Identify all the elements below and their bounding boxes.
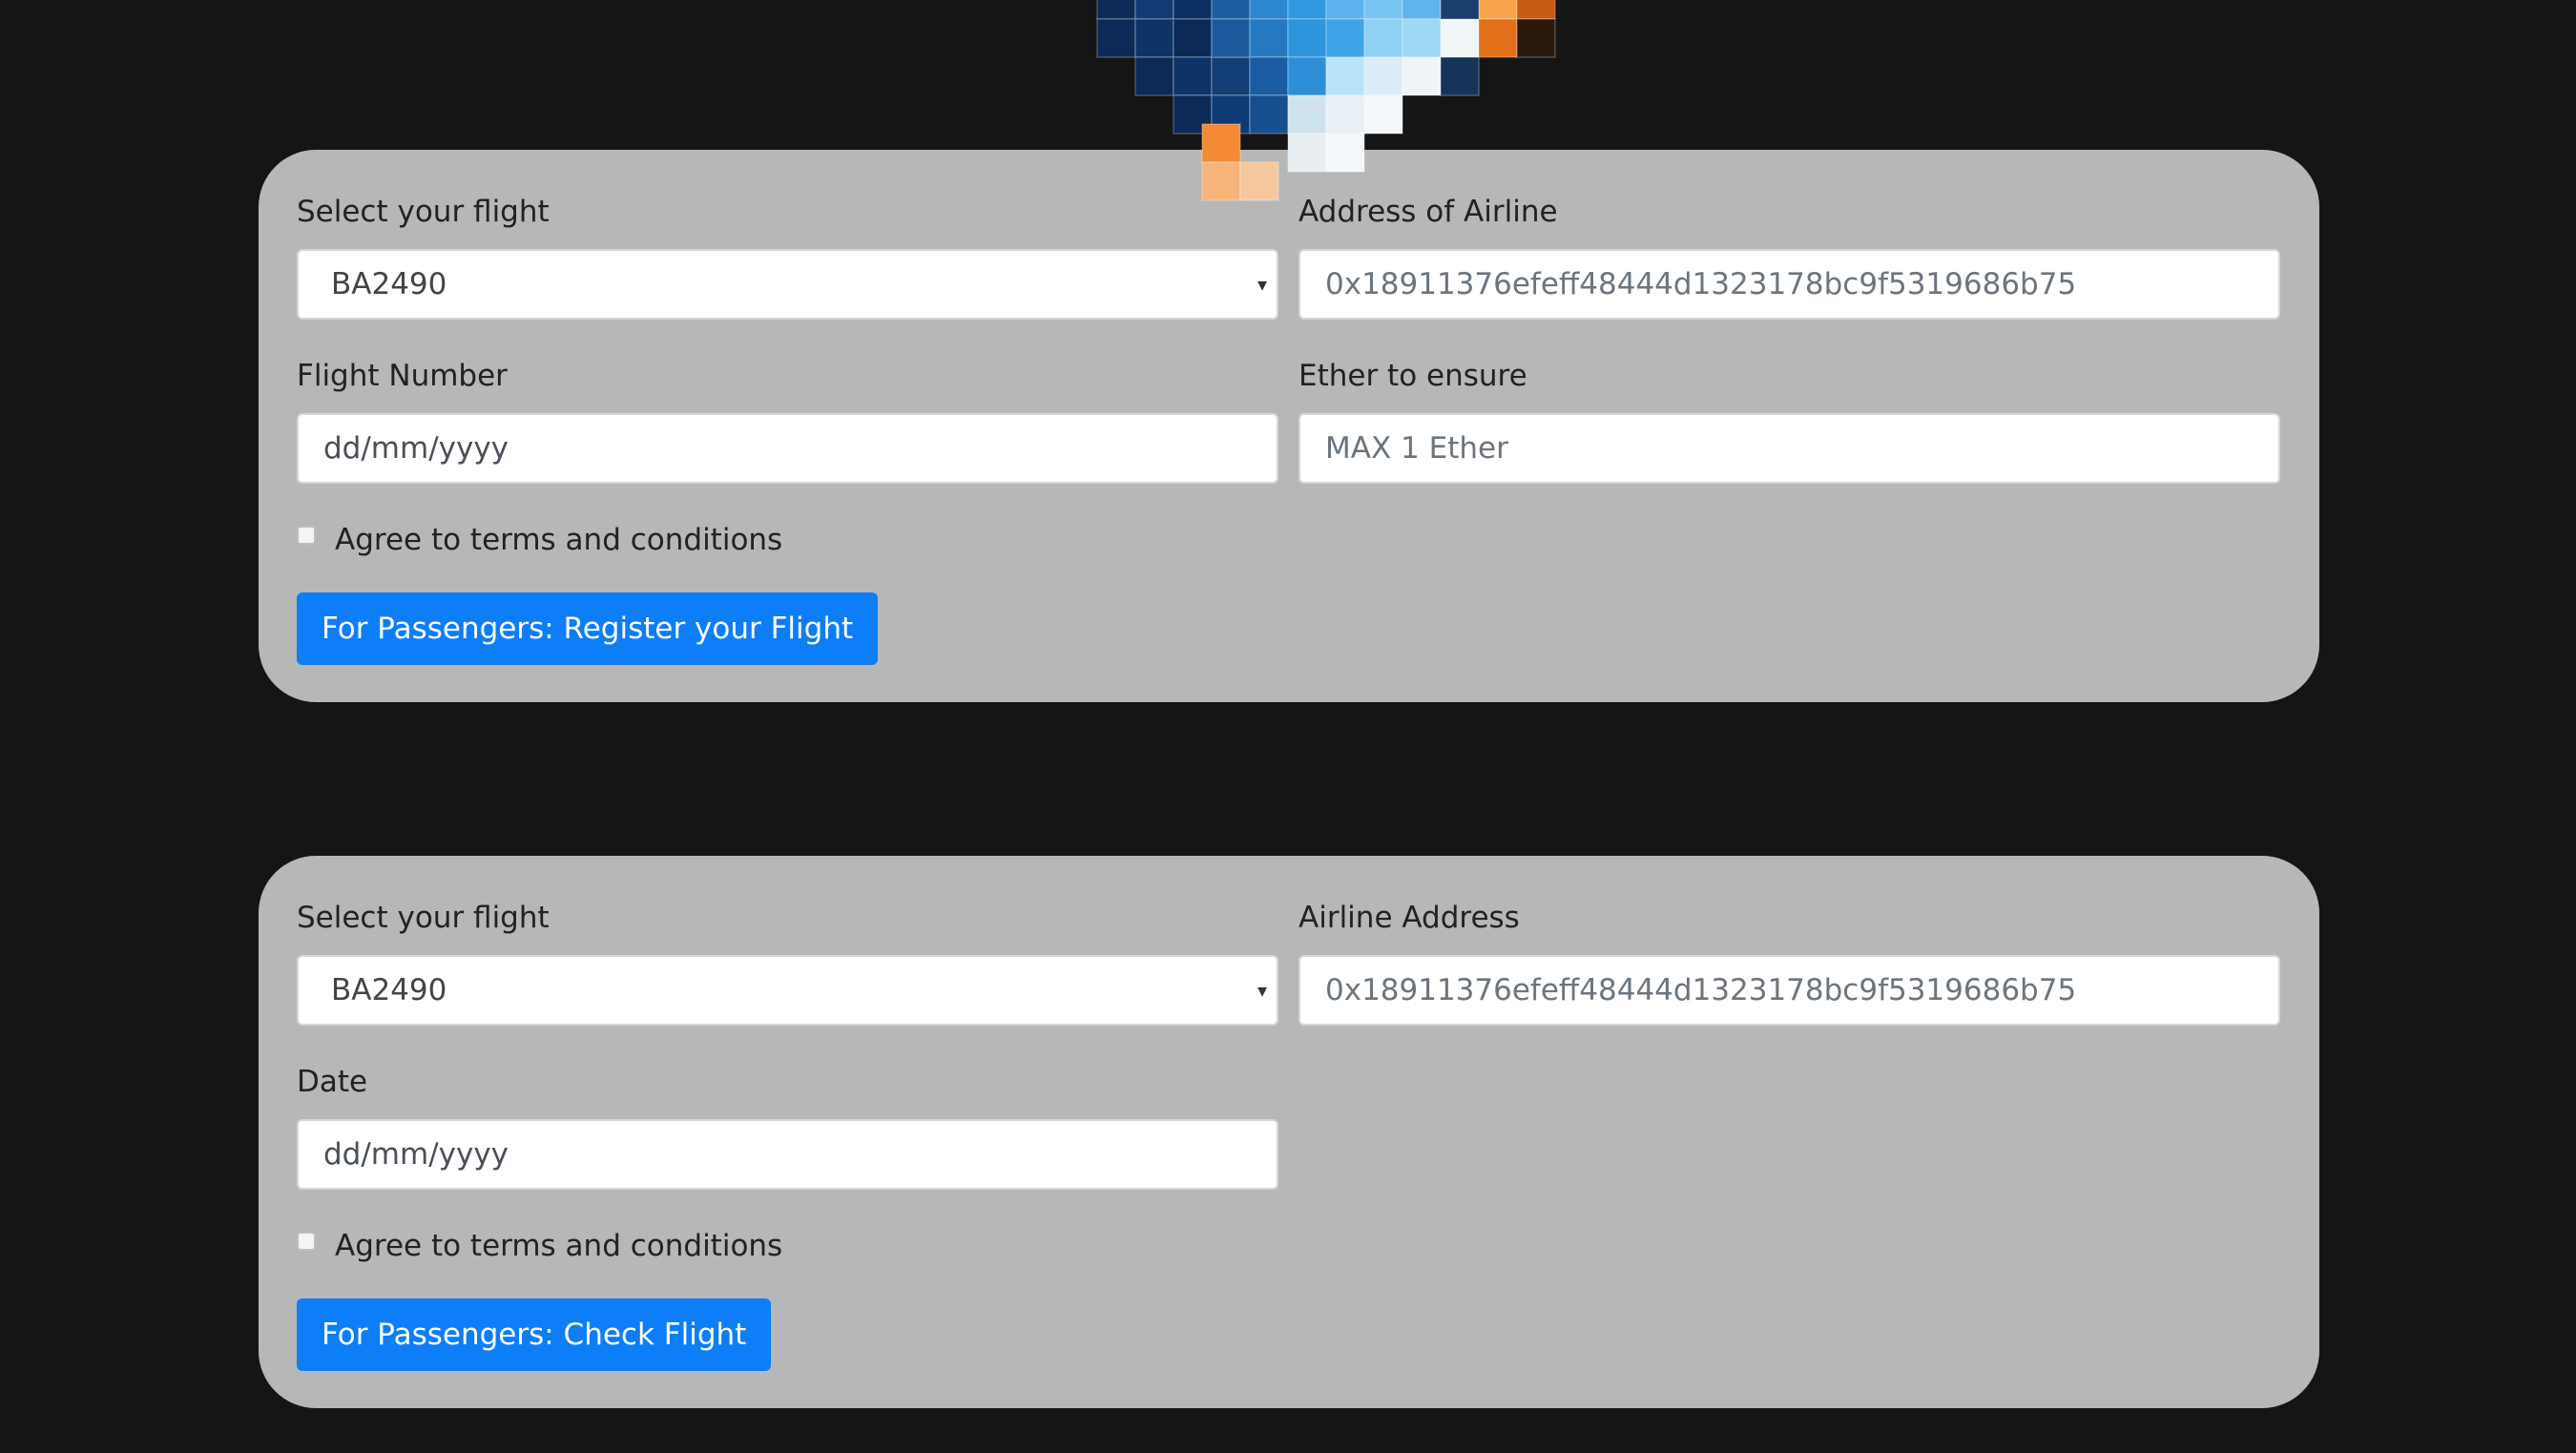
voxel-block [1211, 18, 1251, 58]
voxel-block [1173, 18, 1213, 58]
ether-amount-label: Ether to ensure [1298, 359, 1527, 393]
voxel-block [1440, 0, 1480, 20]
terms-label: Agree to terms and conditions [335, 523, 783, 557]
flight-number-input[interactable]: dd/mm/yyyy [297, 413, 1278, 484]
voxel-block [1287, 56, 1327, 96]
voxel-block [1440, 18, 1480, 58]
voxel-block [1249, 0, 1289, 20]
voxel-block [1249, 18, 1289, 58]
voxel-block [1516, 0, 1556, 20]
voxel-block [1211, 56, 1251, 96]
airline-address-input[interactable]: 0x18911376efeff48444d1323178bc9f5319686b… [1298, 249, 2280, 320]
airline-address-label: Airline Address [1298, 901, 1520, 935]
voxel-block [1173, 56, 1213, 96]
voxel-block [1325, 56, 1365, 96]
voxel-block [1478, 18, 1518, 58]
flight-number-label: Flight Number [297, 359, 508, 393]
voxel-block [1096, 18, 1136, 58]
voxel-block [1402, 56, 1442, 96]
flight-select[interactable]: BA2490 ▾ [297, 955, 1278, 1026]
voxel-block [1249, 56, 1289, 96]
select-flight-label: Select your flight [297, 195, 550, 229]
ether-amount-input[interactable]: MAX 1 Ether [1298, 413, 2280, 484]
chevron-down-icon: ▾ [1257, 273, 1267, 296]
selected-flight-value: BA2490 [331, 267, 447, 301]
register-flight-card: Select your flight BA2490 ▾ Address of A… [259, 150, 2319, 702]
voxel-block [1287, 94, 1327, 135]
select-flight-label: Select your flight [297, 901, 550, 935]
check-flight-card: Select your flight BA2490 ▾ Airline Addr… [259, 856, 2319, 1408]
date-input[interactable]: dd/mm/yyyy [297, 1119, 1278, 1190]
voxel-block [1402, 18, 1442, 58]
voxel-block [1173, 94, 1213, 135]
voxel-block [1363, 18, 1403, 58]
voxel-block [1402, 0, 1442, 20]
voxel-block [1134, 18, 1174, 58]
voxel-block [1363, 56, 1403, 96]
voxel-block [1096, 0, 1136, 20]
terms-checkbox[interactable] [297, 1232, 316, 1251]
voxel-block [1440, 56, 1480, 96]
voxel-block [1134, 0, 1174, 20]
airline-address-input[interactable]: 0x18911376efeff48444d1323178bc9f5319686b… [1298, 955, 2280, 1026]
voxel-block [1211, 0, 1251, 20]
voxel-block [1478, 0, 1518, 20]
selected-flight-value: BA2490 [331, 973, 447, 1007]
voxel-block [1211, 94, 1251, 135]
voxel-block [1173, 0, 1213, 20]
register-flight-button[interactable]: For Passengers: Register your Flight [297, 592, 879, 665]
voxel-block [1249, 94, 1289, 135]
date-label: Date [297, 1065, 368, 1099]
voxel-block [1325, 18, 1365, 58]
check-flight-button[interactable]: For Passengers: Check Flight [297, 1298, 772, 1371]
voxel-block [1134, 56, 1174, 96]
voxel-block [1325, 0, 1365, 20]
voxel-block [1363, 0, 1403, 20]
airline-address-label: Address of Airline [1298, 195, 1558, 229]
voxel-block [1287, 0, 1327, 20]
terms-label: Agree to terms and conditions [335, 1229, 783, 1263]
terms-checkbox[interactable] [297, 526, 316, 545]
voxel-block [1516, 18, 1556, 58]
flight-select[interactable]: BA2490 ▾ [297, 249, 1278, 320]
voxel-block [1363, 94, 1403, 135]
voxel-block [1287, 18, 1327, 58]
chevron-down-icon: ▾ [1257, 979, 1267, 1002]
voxel-block [1325, 94, 1365, 135]
